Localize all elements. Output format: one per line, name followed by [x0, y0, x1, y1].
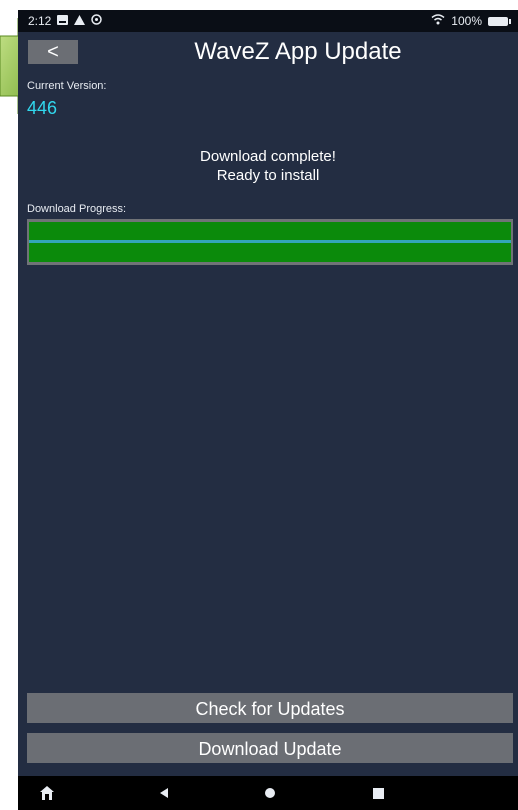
battery-percent: 100% — [451, 14, 482, 28]
status-message: Download complete! Ready to install — [18, 147, 518, 185]
page-title: WaveZ App Update — [194, 38, 402, 65]
status-bar: 2:12 100% — [18, 10, 518, 32]
app-screen: 2:12 100% < WaveZ App Update Current Ver… — [18, 10, 518, 810]
back-icon[interactable] — [156, 785, 172, 801]
status-right: 100% — [431, 14, 511, 28]
status-left: 2:12 — [28, 14, 103, 28]
current-version-label: Current Version: — [27, 80, 107, 92]
check-for-updates-button[interactable]: Check for Updates — [27, 693, 513, 723]
current-version-value: 446 — [27, 98, 58, 118]
recents-icon[interactable] — [370, 785, 386, 801]
download-progress-label: Download Progress: — [27, 203, 127, 215]
image-icon — [57, 14, 69, 28]
download-update-button[interactable]: Download Update — [27, 733, 513, 763]
download-progress-bar — [27, 219, 513, 265]
status-line-1: Download complete! — [200, 148, 336, 165]
circle-home-icon[interactable] — [262, 785, 278, 801]
progress-line — [29, 240, 511, 243]
wifi-icon — [431, 14, 445, 28]
battery-icon — [488, 16, 511, 26]
status-line-2: Ready to install — [216, 167, 320, 184]
status-time: 2:12 — [28, 14, 52, 28]
back-button[interactable]: < — [28, 40, 78, 64]
home-icon[interactable] — [39, 785, 55, 801]
settings-icon — [91, 14, 103, 28]
navigation-bar — [18, 776, 518, 810]
alert-icon — [74, 14, 86, 28]
